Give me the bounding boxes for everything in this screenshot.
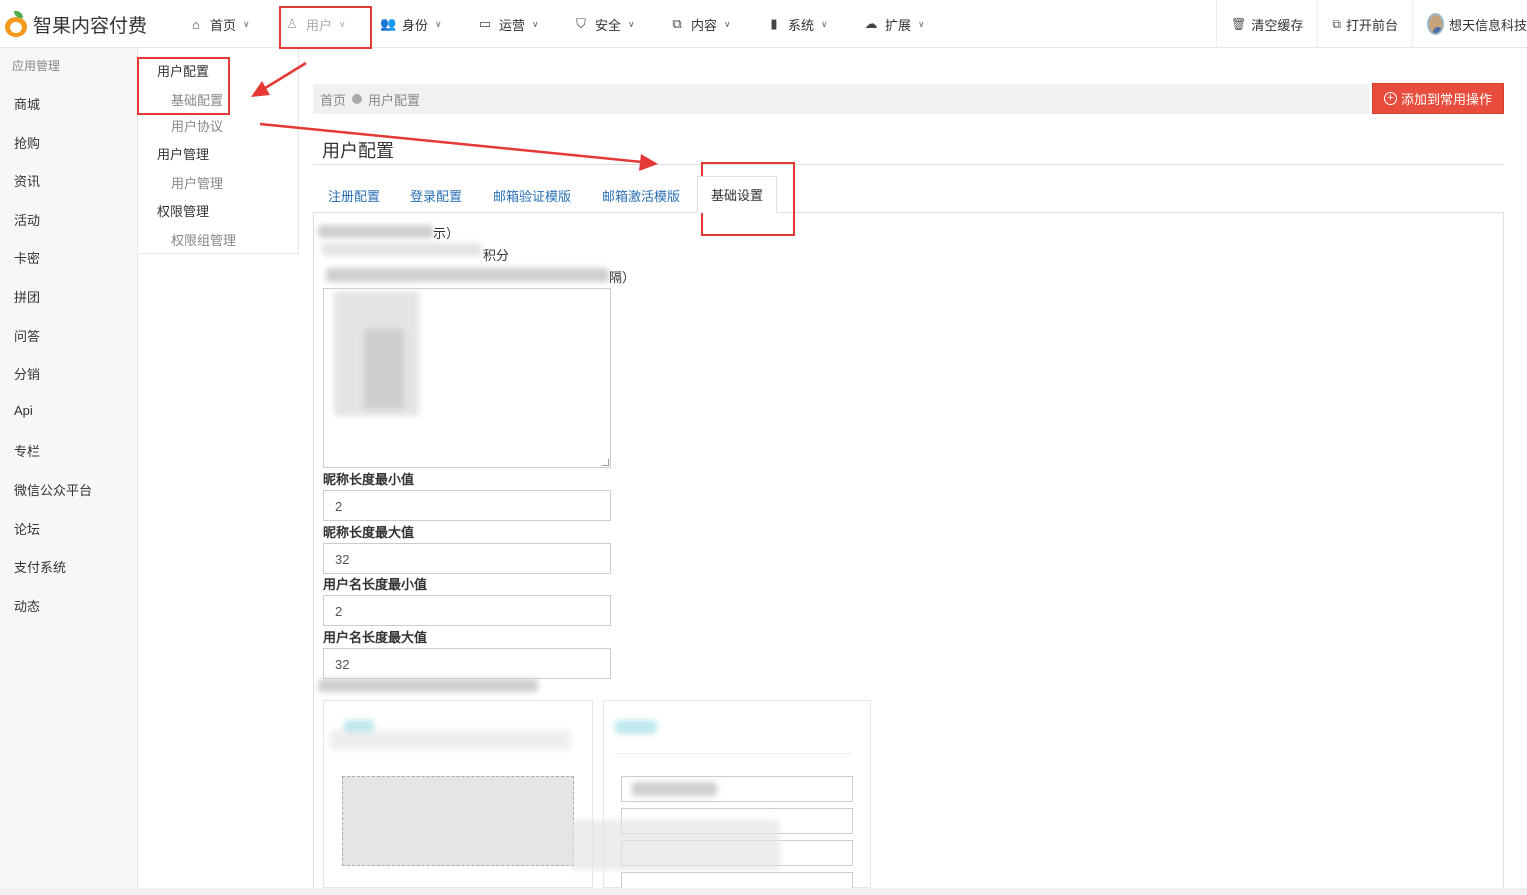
tab-basic-settings[interactable]: 基础设置: [697, 176, 777, 213]
annotation-arrow-line: [261, 61, 307, 92]
horizontal-scrollbar[interactable]: [0, 888, 1527, 895]
annotation-arrowhead-icon: [639, 154, 658, 171]
annotation-arrows: [251, 61, 658, 171]
annotation-arrowhead-icon: [251, 81, 270, 97]
annotation-arrow-line: [259, 122, 643, 164]
